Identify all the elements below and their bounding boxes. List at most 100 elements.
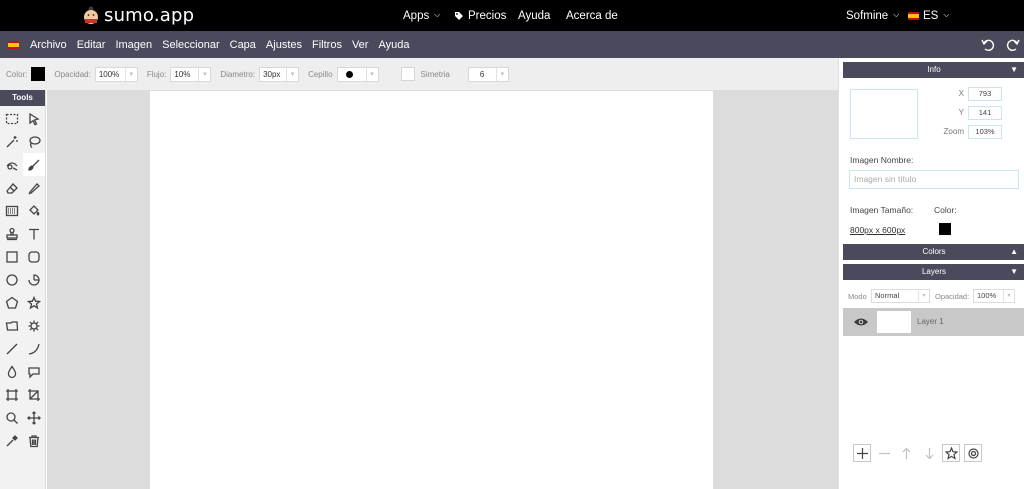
nav-apps[interactable]: Apps ⌵ bbox=[403, 0, 440, 31]
move-tool[interactable] bbox=[23, 406, 45, 429]
lasso-tool[interactable] bbox=[23, 130, 45, 153]
polygon-tool[interactable] bbox=[1, 314, 23, 337]
symmetry-checkbox[interactable] bbox=[400, 67, 415, 81]
frame-tool[interactable] bbox=[1, 383, 23, 406]
layer-opacity-select[interactable]: 100% ▾ bbox=[973, 289, 1015, 303]
menu-seleccionar[interactable]: Seleccionar bbox=[157, 39, 224, 51]
menu-filtros[interactable]: Filtros bbox=[307, 39, 347, 51]
zoom-icon bbox=[6, 411, 18, 424]
language-label: ES bbox=[923, 9, 939, 22]
navigator-thumbnail[interactable] bbox=[850, 89, 918, 139]
caret-down-icon: ▼ bbox=[1010, 65, 1018, 74]
trash-tool[interactable] bbox=[23, 429, 45, 452]
menu-editar[interactable]: Editar bbox=[72, 39, 111, 51]
spain-flag-icon[interactable] bbox=[8, 40, 19, 49]
menu-imagen[interactable]: Imagen bbox=[110, 39, 157, 51]
square-tool[interactable] bbox=[1, 245, 23, 268]
menu-ver[interactable]: Ver bbox=[347, 39, 374, 51]
circle-tool[interactable] bbox=[1, 268, 23, 291]
tool-options-bar: Color: Opacidad: 100% ▾ Flujo: 10% ▾ Dia… bbox=[0, 58, 838, 90]
layers-panel-header[interactable]: Layers ▼ bbox=[843, 264, 1024, 280]
opacity-label: Opacidad: bbox=[54, 69, 91, 79]
speech-bubble-tool[interactable] bbox=[23, 360, 45, 383]
chevron-down-icon: ▾ bbox=[365, 67, 378, 81]
rounded-square-tool[interactable] bbox=[23, 245, 45, 268]
layer-settings-button[interactable] bbox=[964, 444, 982, 462]
drop-tool[interactable] bbox=[1, 360, 23, 383]
eye-icon[interactable] bbox=[853, 316, 869, 328]
move-layer-up-button[interactable] bbox=[897, 444, 915, 462]
opacity-select[interactable]: 100% ▾ bbox=[94, 66, 138, 82]
layer-row[interactable]: Layer 1 bbox=[843, 308, 1024, 336]
spain-flag-icon bbox=[908, 11, 919, 20]
add-layer-button[interactable] bbox=[853, 444, 871, 462]
sumo-logo[interactable]: sumo.app bbox=[82, 4, 194, 26]
zoom-value[interactable]: 103% bbox=[968, 125, 1002, 139]
crop-tool[interactable] bbox=[23, 383, 45, 406]
colors-panel-header[interactable]: Colors ▲ bbox=[843, 244, 1024, 260]
caret-down-icon: ▼ bbox=[1010, 267, 1018, 276]
undo-icon[interactable] bbox=[980, 37, 996, 53]
rect-select-tool[interactable] bbox=[1, 107, 23, 130]
redo-icon[interactable] bbox=[1005, 37, 1021, 53]
curve-tool[interactable] bbox=[23, 337, 45, 360]
clone-tool[interactable] bbox=[1, 153, 23, 176]
flow-select[interactable]: 10% ▾ bbox=[170, 66, 212, 82]
menu-ajustes[interactable]: Ajustes bbox=[261, 39, 307, 51]
user-menu[interactable]: Sofmine ⌵ bbox=[846, 0, 899, 31]
diameter-value: 30px bbox=[263, 69, 281, 79]
eyedropper-tool[interactable] bbox=[1, 429, 23, 452]
image-size-link[interactable]: 800px x 600px bbox=[850, 225, 905, 235]
chevron-down-icon: ▾ bbox=[124, 67, 137, 81]
menu-ayuda[interactable]: Ayuda bbox=[373, 39, 414, 51]
remove-layer-button[interactable] bbox=[875, 444, 893, 462]
fill-tool[interactable] bbox=[23, 199, 45, 222]
layer-effects-button[interactable] bbox=[942, 444, 960, 462]
language-selector[interactable]: ES ⌵ bbox=[908, 0, 949, 31]
star-tool[interactable] bbox=[23, 291, 45, 314]
gear-shape-icon bbox=[28, 320, 40, 331]
clone-icon bbox=[6, 161, 18, 171]
pie-tool[interactable] bbox=[23, 268, 45, 291]
menu-archivo[interactable]: Archivo bbox=[25, 39, 72, 51]
brush-shape-select[interactable]: ▾ bbox=[336, 66, 379, 82]
pentagon-icon bbox=[5, 296, 19, 309]
stamp-tool[interactable] bbox=[1, 222, 23, 245]
line-tool[interactable] bbox=[1, 337, 23, 360]
text-tool[interactable] bbox=[23, 222, 45, 245]
gear-shape-tool[interactable] bbox=[23, 314, 45, 337]
tools-panel: Tools bbox=[0, 90, 46, 489]
pentagon-tool[interactable] bbox=[1, 291, 23, 314]
symmetry-select[interactable]: 6 ▾ bbox=[467, 66, 509, 82]
zoom-tool[interactable] bbox=[1, 406, 23, 429]
info-panel-header[interactable]: Info ▼ bbox=[843, 62, 1024, 78]
info-panel-title: Info bbox=[927, 65, 941, 74]
nav-ayuda[interactable]: Ayuda bbox=[518, 0, 550, 31]
brush-label: Cepillo bbox=[308, 69, 333, 79]
brush-icon bbox=[28, 159, 40, 171]
brush-tool[interactable] bbox=[23, 153, 45, 176]
gradient-tool[interactable] bbox=[1, 199, 23, 222]
pointer-tool[interactable] bbox=[23, 107, 45, 130]
nav-acerca-de[interactable]: Acerca de bbox=[566, 0, 618, 31]
image-name-input[interactable]: Imagen sin título bbox=[849, 170, 1019, 189]
drawing-canvas[interactable] bbox=[150, 91, 713, 489]
chevron-down-icon: ⌵ bbox=[893, 9, 900, 19]
site-header: sumo.app Apps ⌵ Precios Ayuda Acerca de … bbox=[0, 0, 1024, 31]
pencil-tool[interactable] bbox=[23, 176, 45, 199]
nav-precios[interactable]: Precios bbox=[454, 0, 506, 31]
brush-color-swatch[interactable] bbox=[31, 67, 46, 81]
menu-capa[interactable]: Capa bbox=[225, 39, 261, 51]
blend-mode-select[interactable]: Normal ▾ bbox=[871, 289, 930, 303]
blend-mode-label: Modo bbox=[848, 292, 867, 301]
minus-icon bbox=[878, 452, 890, 454]
nav-ayuda-label: Ayuda bbox=[518, 9, 551, 22]
pencil-icon bbox=[28, 182, 40, 195]
y-value: 141 bbox=[968, 106, 1002, 120]
image-color-swatch[interactable] bbox=[939, 223, 951, 235]
diameter-select[interactable]: 30px ▾ bbox=[259, 66, 300, 82]
pie-icon bbox=[28, 273, 40, 286]
magic-wand-tool[interactable] bbox=[1, 130, 23, 153]
eraser-tool[interactable] bbox=[1, 176, 23, 199]
move-layer-down-button[interactable] bbox=[920, 444, 938, 462]
